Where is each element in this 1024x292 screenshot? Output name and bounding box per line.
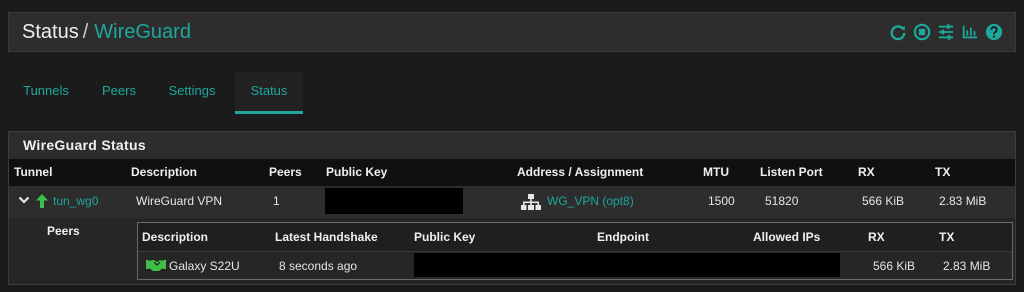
tunnel-public-key-redacted xyxy=(325,188,463,214)
col-mtu: MTU xyxy=(703,165,729,179)
stop-icon[interactable] xyxy=(913,23,931,41)
peer-latest-handshake: 8 seconds ago xyxy=(279,259,358,273)
settings-sliders-icon[interactable] xyxy=(937,23,955,41)
tab-settings[interactable]: Settings xyxy=(156,72,228,114)
assignment-link[interactable]: WG_VPN (opt8) xyxy=(547,194,634,208)
peers-detail: Peers Description Latest Handshake Publi… xyxy=(9,218,1015,284)
col-address: Address / Assignment xyxy=(517,165,644,179)
peers-table: Description Latest Handshake Public Key … xyxy=(137,222,1013,280)
peer-row: Galaxy S22U 8 seconds ago 566 KiB 2.83 M… xyxy=(138,251,1012,279)
tunnel-row: tun_wg0 WireGuard VPN 1 WG_VPN (opt8) 15… xyxy=(9,186,1015,218)
network-icon xyxy=(521,193,541,211)
col-peers: Peers xyxy=(269,165,302,179)
breadcrumb-current[interactable]: WireGuard xyxy=(94,21,191,43)
tab-peers[interactable]: Peers xyxy=(88,72,150,114)
tunnel-table-header: Tunnel Description Peers Public Key Addr… xyxy=(9,159,1015,186)
tunnel-listen-port: 51820 xyxy=(765,194,799,208)
chart-icon[interactable] xyxy=(961,23,979,41)
tunnel-name-link[interactable]: tun_wg0 xyxy=(53,194,98,208)
panel-title: WireGuard Status xyxy=(23,137,146,153)
peer-rx: 566 KiB xyxy=(873,259,916,273)
peer-col-latest-handshake: Latest Handshake xyxy=(275,230,378,244)
col-tx: TX xyxy=(935,165,951,179)
breadcrumb-root[interactable]: Status xyxy=(22,21,79,43)
tunnel-description: WireGuard VPN xyxy=(136,194,223,208)
col-description: Description xyxy=(131,165,198,179)
peer-col-endpoint: Endpoint xyxy=(597,230,649,244)
wireguard-status-panel: WireGuard Status Tunnel Description Peer… xyxy=(8,131,1016,285)
peers-table-header: Description Latest Handshake Public Key … xyxy=(138,223,1012,251)
chevron-down-icon[interactable] xyxy=(18,194,30,208)
tunnel-rx: 566 KiB xyxy=(862,194,905,208)
col-listen-port: Listen Port xyxy=(760,165,823,179)
col-public-key: Public Key xyxy=(326,165,388,179)
tab-tunnels[interactable]: Tunnels xyxy=(8,72,84,114)
peer-col-public-key: Public Key xyxy=(414,230,476,244)
tunnel-mtu: 1500 xyxy=(708,194,735,208)
peer-col-rx: RX xyxy=(868,230,885,244)
peers-label: Peers xyxy=(47,224,80,238)
peer-col-description: Description xyxy=(142,230,209,244)
peer-description: Galaxy S22U xyxy=(169,259,240,273)
breadcrumb: Status / WireGuard xyxy=(22,21,191,44)
breadcrumb-separator: / xyxy=(82,21,89,43)
col-tunnel: Tunnel xyxy=(14,165,53,179)
peer-col-tx: TX xyxy=(939,230,955,244)
peer-col-allowed-ips: Allowed IPs xyxy=(753,230,821,244)
reload-icon[interactable] xyxy=(889,23,907,41)
handshake-icon xyxy=(146,258,166,272)
tunnel-tx: 2.83 MiB xyxy=(939,194,987,208)
tab-status[interactable]: Status xyxy=(235,72,303,114)
help-icon[interactable] xyxy=(985,23,1003,41)
header-actions xyxy=(889,23,1003,41)
peer-tx: 2.83 MiB xyxy=(943,259,991,273)
page-header: Status / WireGuard xyxy=(8,12,1016,52)
peer-redacted-block xyxy=(414,253,840,277)
arrow-up-icon xyxy=(35,193,49,209)
col-rx: RX xyxy=(858,165,875,179)
tunnel-peers-count: 1 xyxy=(273,194,280,208)
